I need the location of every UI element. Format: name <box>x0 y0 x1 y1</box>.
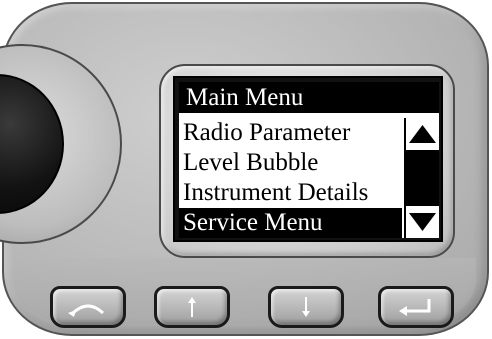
enter-key[interactable] <box>378 286 454 328</box>
device-panel: Main Menu Radio Parameter Level Bubble I… <box>0 0 492 339</box>
menu-item-service-menu[interactable]: Service Menu <box>179 208 402 238</box>
menu-item-instrument-details[interactable]: Instrument Details <box>179 178 402 208</box>
menu-list: Radio Parameter Level Bubble Instrument … <box>179 118 402 238</box>
screen-content: Main Menu Radio Parameter Level Bubble I… <box>179 82 439 238</box>
lcd-screen: Main Menu Radio Parameter Level Bubble I… <box>173 76 443 242</box>
up-key[interactable] <box>154 286 230 328</box>
menu-title: Main Menu <box>179 82 439 113</box>
menu-item-radio-parameter[interactable]: Radio Parameter <box>179 118 402 148</box>
menu-item-level-bubble[interactable]: Level Bubble <box>179 148 402 178</box>
back-key[interactable] <box>50 286 126 328</box>
scroll-thumb[interactable] <box>406 150 439 206</box>
triangle-down-icon[interactable] <box>406 206 439 238</box>
down-key[interactable] <box>268 286 344 328</box>
menu-scrollbar[interactable] <box>404 118 439 238</box>
triangle-up-icon[interactable] <box>406 118 439 150</box>
